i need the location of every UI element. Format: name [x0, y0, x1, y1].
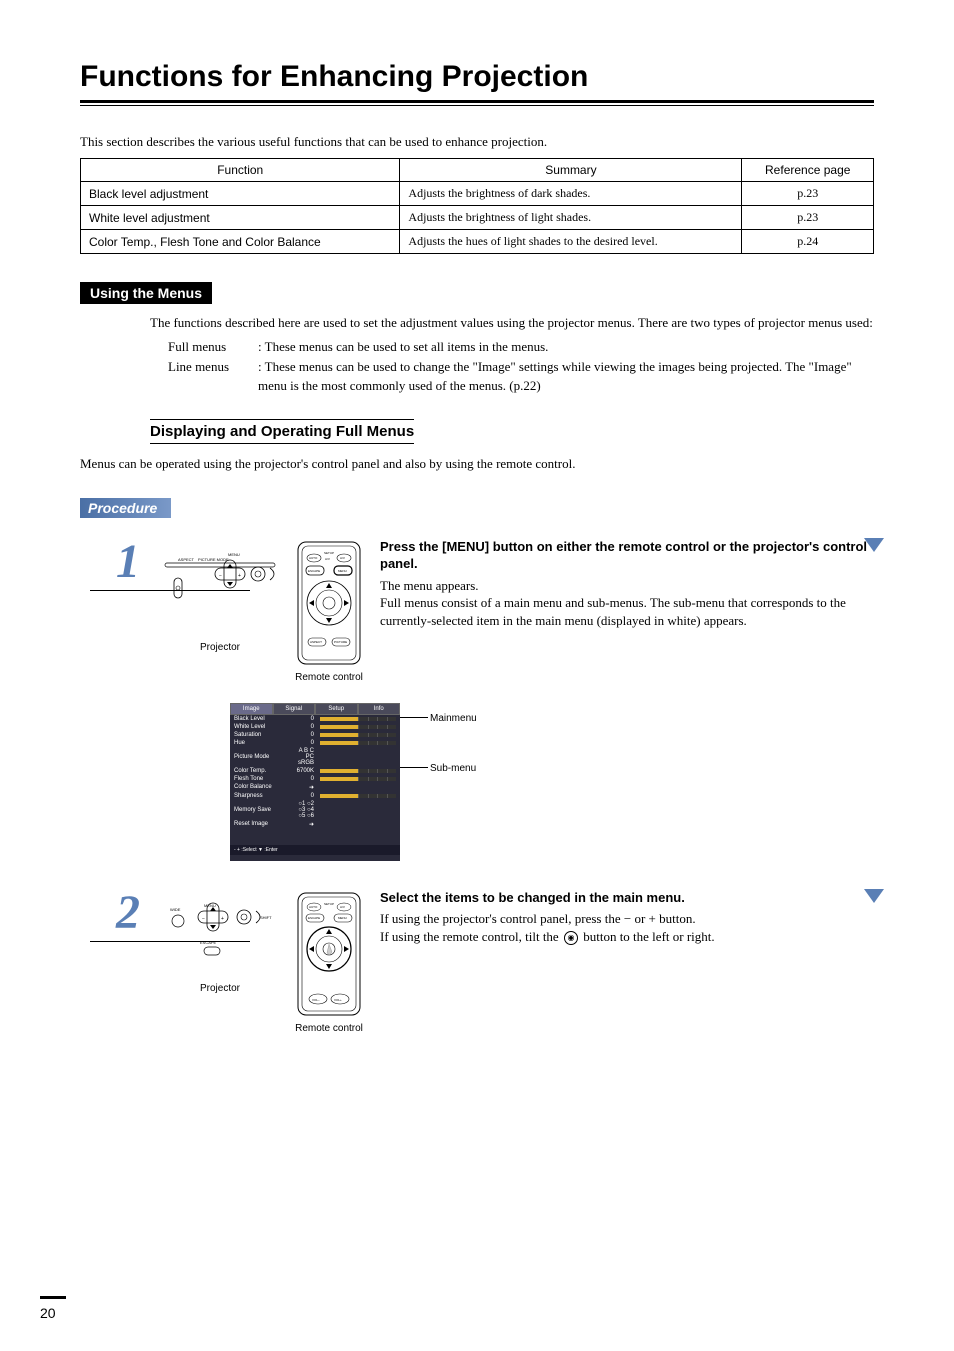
section-para: The functions described here are used to… [150, 315, 873, 330]
svg-text:PICTURE MODE: PICTURE MODE [198, 557, 229, 562]
item-label: Full menus [168, 338, 258, 356]
menu-screenshot: Mainmenu Sub-menu Image Signal Setup Inf… [230, 703, 874, 861]
menu-row: Hue0 [230, 739, 400, 747]
svg-text:−: − [202, 916, 205, 922]
cell-ref: p.24 [742, 230, 874, 254]
functions-table: Function Summary Reference page Black le… [80, 158, 874, 254]
step2-desc: If using the projector's control panel, … [380, 910, 874, 945]
item-desc: : These menus can be used to change the … [258, 358, 874, 394]
step1-text: Press the [MENU] button on either the re… [380, 538, 874, 630]
col-function: Function [81, 159, 400, 182]
section-heading: Using the Menus [80, 282, 212, 304]
table-row: Color Temp., Flesh Tone and Color Balanc… [81, 230, 874, 254]
list-item: Full menus : These menus can be used to … [168, 338, 874, 356]
svg-text:+: + [238, 573, 241, 579]
cell-ref: p.23 [742, 182, 874, 206]
arrow-down-icon [864, 538, 884, 552]
menu-row: Picture ModeA B C PC sRGB [230, 747, 400, 767]
step-number: 2 [80, 889, 140, 942]
title-rule-thin [80, 105, 874, 106]
svg-text:SETUP: SETUP [324, 902, 334, 906]
mainmenu-callout: Mainmenu [430, 713, 477, 724]
projector-label: Projector [200, 983, 240, 994]
svg-text:ESCAPE: ESCAPE [200, 940, 217, 945]
section-body: The functions described here are used to… [150, 314, 874, 395]
page-title: Functions for Enhancing Projection [80, 60, 874, 96]
menu-footer: - + :Select ▼ :Enter [230, 845, 400, 855]
remote-diagram: AUTO SETUP A/V ESCAPE MENU [294, 889, 364, 1034]
cell-summary: Adjusts the hues of light shades to the … [400, 230, 742, 254]
svg-text:MENU: MENU [338, 569, 347, 573]
svg-text:AUTO: AUTO [309, 556, 318, 560]
item-desc: : These menus can be used to set all ite… [258, 338, 874, 356]
menu-row: White Level0 [230, 723, 400, 731]
dial-icon: ◉ [564, 931, 578, 945]
remote-label: Remote control [295, 672, 363, 683]
table-row: White level adjustment Adjusts the brigh… [81, 206, 874, 230]
svg-text:ESCAPE: ESCAPE [308, 916, 320, 920]
subsection-intro: Menus can be operated using the projecto… [80, 456, 874, 472]
table-row: Black level adjustment Adjusts the brigh… [81, 182, 874, 206]
svg-text:MENU: MENU [228, 552, 240, 557]
menu-row: Color Temp.6700K [230, 767, 400, 775]
svg-text:VOL+: VOL+ [334, 998, 342, 1002]
menu-tab: Setup [315, 703, 358, 715]
arrow-down-icon [864, 889, 884, 903]
submenu-callout: Sub-menu [430, 763, 476, 774]
cell-ref: p.23 [742, 206, 874, 230]
svg-text:A/V: A/V [325, 557, 330, 561]
projector-diagram: ASPECT PICTURE MODE MENU − + [160, 538, 280, 653]
menu-row: Black Level0 [230, 715, 400, 723]
menu-tab: Info [358, 703, 401, 715]
step2-heading: Select the items to be changed in the ma… [380, 889, 874, 907]
svg-text:ESCAPE: ESCAPE [308, 569, 320, 573]
menu-row: Memory Save○1 ○2 ○3 ○4 ○5 ○6 [230, 800, 400, 820]
cell-summary: Adjusts the brightness of light shades. [400, 206, 742, 230]
cell-fn: Color Temp., Flesh Tone and Color Balanc… [81, 230, 400, 254]
intro-text: This section describes the various usefu… [80, 134, 874, 150]
procedure-label: Procedure [80, 498, 171, 518]
step-number: 1 [80, 538, 140, 591]
svg-text:ASPECT: ASPECT [178, 557, 195, 562]
menu-row: Color Balance➜ [230, 783, 400, 792]
cell-summary: Adjusts the brightness of dark shades. [400, 182, 742, 206]
step-1: 1 ASPECT PICTURE MODE MENU [80, 538, 874, 683]
svg-text:+: + [221, 916, 224, 922]
remote-diagram: AUTO A/V SETUP A/V ESCAPE MENU [294, 538, 364, 683]
svg-text:A/V: A/V [340, 905, 345, 909]
cell-fn: White level adjustment [81, 206, 400, 230]
svg-text:WIDE: WIDE [170, 907, 181, 912]
step2-text: Select the items to be changed in the ma… [380, 889, 874, 946]
list-item: Line menus : These menus can be used to … [168, 358, 874, 394]
svg-text:SETUP: SETUP [324, 551, 334, 555]
subsection-heading: Displaying and Operating Full Menus [150, 419, 414, 444]
svg-text:MENU: MENU [338, 916, 347, 920]
menu-row: Sharpness0 [230, 792, 400, 800]
cell-fn: Black level adjustment [81, 182, 400, 206]
svg-text:−: − [219, 573, 222, 579]
svg-text:AUTO: AUTO [309, 905, 318, 909]
step-2: 2 WIDE MENU − + [80, 889, 874, 1034]
title-rule [80, 100, 874, 103]
svg-text:SHIFT: SHIFT [260, 915, 272, 920]
projector-diagram: WIDE MENU − + SHIFT ESCAPE [160, 889, 280, 994]
svg-text:A/V: A/V [340, 556, 345, 560]
menu-row: Reset Image➜ [230, 820, 400, 829]
step1-heading: Press the [MENU] button on either the re… [380, 538, 874, 573]
col-reference: Reference page [742, 159, 874, 182]
remote-label: Remote control [295, 1023, 363, 1034]
projector-label: Projector [200, 642, 240, 653]
page-number: 20 [40, 1296, 66, 1321]
col-summary: Summary [400, 159, 742, 182]
menu-row: Flesh Tone0 [230, 775, 400, 783]
menu-tab: Image [230, 703, 273, 715]
step1-desc: The menu appears. Full menus consist of … [380, 577, 874, 630]
menu-tab: Signal [273, 703, 316, 715]
svg-text:ASPECT: ASPECT [310, 640, 322, 644]
svg-text:VOL−: VOL− [312, 998, 320, 1002]
svg-text:PICTURE: PICTURE [334, 640, 347, 644]
item-label: Line menus [168, 358, 258, 376]
menu-row: Saturation0 [230, 731, 400, 739]
